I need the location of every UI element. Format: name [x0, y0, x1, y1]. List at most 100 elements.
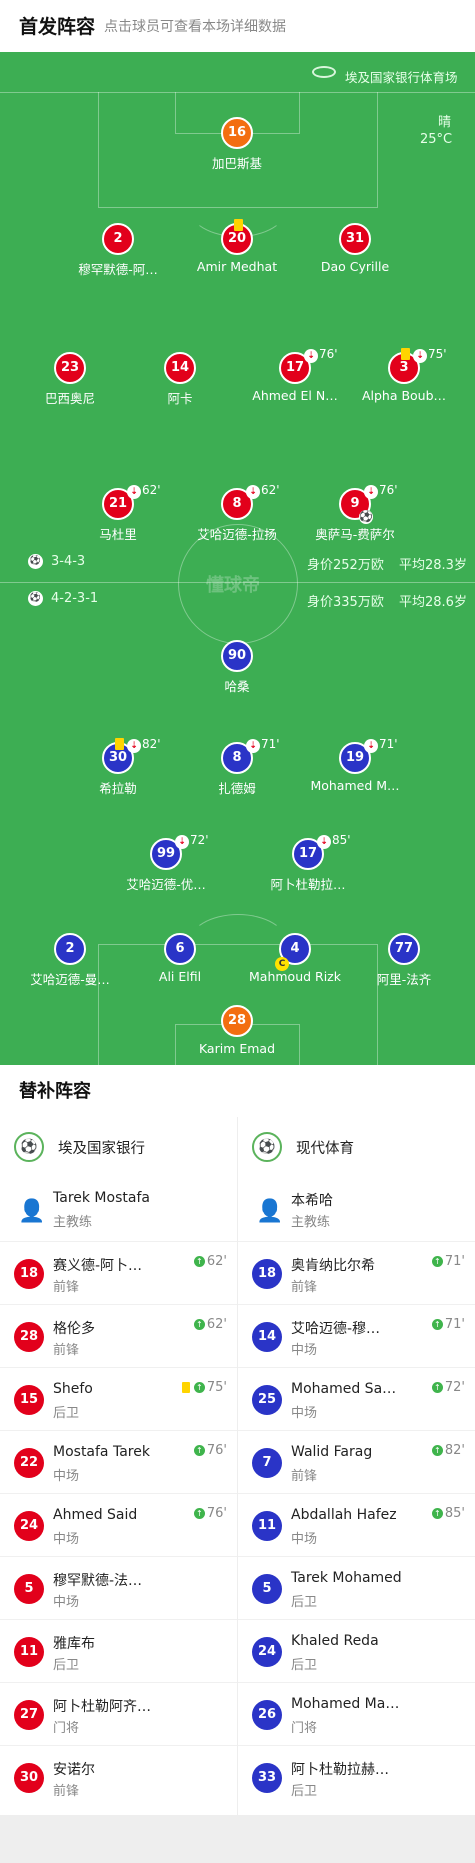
home-player[interactable]: 31 Dao Cyrille	[285, 223, 425, 274]
sub-time: 82'	[142, 737, 161, 751]
captain-icon: C	[275, 957, 289, 971]
away-player[interactable]: 19 ⇣ 71' Mohamed M…	[285, 737, 425, 793]
player-number: 23	[60, 360, 80, 375]
player-number: 20	[227, 231, 247, 246]
player-name: 加巴斯基	[211, 156, 262, 171]
sub-on-icon: ↑	[431, 1508, 443, 1519]
sub-player-name: Walid Farag	[291, 1444, 373, 1460]
sub-on-icon: ↑	[193, 1508, 205, 1519]
player-number: 14	[170, 360, 190, 375]
sub-player-row[interactable]: 24 Khaled Reda 后卫	[238, 1619, 475, 1682]
player-number-badge: 99 ⇣ 72'	[150, 833, 209, 870]
sub-player-row[interactable]: 18 赛义德-阿卜… 前锋 ↑ 62'	[0, 1241, 237, 1304]
player-name: 哈桑	[224, 679, 250, 694]
player-number-badge: 16	[221, 117, 253, 149]
sub-event: ↑ 85'	[431, 1506, 465, 1521]
sub-player-position: 中场	[53, 1595, 80, 1610]
player-number-badge: 31	[339, 223, 371, 255]
player-number-badge: 23	[54, 352, 86, 384]
away-player[interactable]: 17 ⇣ 85' 阿卜杜勒拉…	[238, 833, 378, 893]
sub-event: ↑ 76'	[193, 1506, 227, 1521]
sub-number-badge: 11	[14, 1637, 44, 1667]
player-number-badge: 9 ⇣ 76' ⚽	[339, 483, 398, 524]
player-number-badge: 2	[102, 223, 134, 255]
sub-player-position: 中场	[291, 1406, 318, 1421]
yellow-card-icon	[234, 219, 243, 231]
away-coach[interactable]: 👤 本希哈 主教练	[238, 1177, 475, 1241]
sub-player-row[interactable]: 28 格伦多 前锋 ↑ 62'	[0, 1304, 237, 1367]
home-player[interactable]: 3 ⇣ 75' Alpha Boub…	[334, 347, 474, 403]
away-player[interactable]: 28 Karim Emad	[167, 1005, 307, 1056]
sub-player-row[interactable]: 11 雅库布 后卫	[0, 1619, 237, 1682]
sub-player-name: Shefo	[53, 1381, 93, 1397]
away-age: 平均28.6岁	[399, 595, 467, 610]
sub-on-time: 75'	[206, 1380, 227, 1395]
sub-player-row[interactable]: 33 阿卜杜勒拉赫… 后卫	[238, 1745, 475, 1808]
sub-on-time: 62'	[206, 1317, 227, 1332]
sub-player-position: 后卫	[291, 1595, 318, 1610]
sub-event: ↑ 76'	[193, 1443, 227, 1458]
sub-off-icon: ⇣	[127, 485, 141, 499]
player-name: 奥萨马-费萨尔	[315, 527, 395, 542]
sub-number-badge: 26	[252, 1700, 282, 1730]
away-player[interactable]: 77 阿里-法齐	[334, 933, 474, 988]
sub-time: 71'	[261, 737, 280, 751]
sub-number-badge: 14	[252, 1322, 282, 1352]
goal-ball-icon: ⚽	[359, 510, 373, 524]
away-player[interactable]: 99 ⇣ 72' 艾哈迈德-优…	[96, 833, 236, 893]
player-number: 90	[227, 648, 247, 663]
player-number: 8	[232, 750, 242, 765]
player-number: 21	[108, 496, 128, 511]
sub-player-row[interactable]: 5 穆罕默德-法… 中场	[0, 1556, 237, 1619]
sub-player-position: 前锋	[291, 1280, 318, 1295]
sub-player-row[interactable]: 27 阿卜杜勒阿齐… 门将	[0, 1682, 237, 1745]
sub-off-icon: ⇣	[304, 349, 318, 363]
sub-player-name: Khaled Reda	[291, 1633, 379, 1649]
sub-player-row[interactable]: 24 Ahmed Said 中场 ↑ 76'	[0, 1493, 237, 1556]
away-player[interactable]: 90 哈桑	[167, 640, 307, 695]
sub-player-position: 后卫	[291, 1784, 318, 1799]
sub-player-row[interactable]: 5 Tarek Mohamed 后卫	[238, 1556, 475, 1619]
sub-player-row[interactable]: 7 Walid Farag 前锋 ↑ 82'	[238, 1430, 475, 1493]
sub-player-row[interactable]: 26 Mohamed Ma… 门将	[238, 1682, 475, 1745]
sub-player-name: Mostafa Tarek	[53, 1444, 150, 1460]
sub-player-row[interactable]: 18 奥肯纳比尔希 前锋 ↑ 71'	[238, 1241, 475, 1304]
sub-event: ↑ 71'	[431, 1254, 465, 1269]
away-value: 身价335万欧	[307, 595, 384, 610]
away-subs-column: ⚽ 现代体育 👤 本希哈 主教练 18 奥肯纳比尔希 前锋 ↑ 71' 14 艾哈迈德-穆……	[238, 1117, 475, 1808]
home-coach[interactable]: 👤 Tarek Mostafa 主教练	[0, 1177, 237, 1241]
player-number-badge: 20	[221, 219, 253, 255]
sub-number-badge: 22	[14, 1448, 44, 1478]
page-footer	[0, 1815, 475, 1863]
yellow-card-icon	[115, 738, 124, 750]
sub-player-row[interactable]: 25 Mohamed Sa… 中场 ↑ 72'	[238, 1367, 475, 1430]
sub-event: ↑ 82'	[431, 1443, 465, 1458]
player-number: 2	[113, 231, 123, 246]
sub-player-row[interactable]: 14 艾哈迈德-穆… 中场 ↑ 71'	[238, 1304, 475, 1367]
sub-off-icon: ⇣	[364, 739, 378, 753]
sub-player-position: 中场	[291, 1532, 318, 1547]
sub-player-row[interactable]: 30 安诺尔 前锋	[0, 1745, 237, 1808]
player-number: 8	[232, 496, 242, 511]
sub-off-icon: ⇣	[246, 485, 260, 499]
player-number-badge: 8 ⇣ 71'	[221, 737, 280, 774]
sub-on-icon: ↑	[193, 1256, 205, 1267]
sub-off-icon: ⇣	[175, 835, 189, 849]
sub-player-row[interactable]: 11 Abdallah Hafez 中场 ↑ 85'	[238, 1493, 475, 1556]
sub-player-row[interactable]: 15 Shefo 后卫 ↑ 75'	[0, 1367, 237, 1430]
home-team-header[interactable]: ⚽ 埃及国家银行	[0, 1117, 237, 1177]
sub-time: 62'	[261, 483, 280, 497]
sub-player-position: 中场	[53, 1532, 80, 1547]
sub-player-row[interactable]: 22 Mostafa Tarek 中场 ↑ 76'	[0, 1430, 237, 1493]
sub-player-name: Mohamed Sa…	[291, 1381, 397, 1397]
away-team-header[interactable]: ⚽ 现代体育	[238, 1117, 475, 1177]
away-formation: 4-2-3-1	[51, 591, 99, 606]
sub-on-icon: ↑	[431, 1445, 443, 1456]
home-team-name: 埃及国家银行	[58, 1140, 145, 1157]
home-player[interactable]: 9 ⇣ 76' ⚽ 奥萨马-费萨尔	[285, 483, 425, 543]
home-player[interactable]: 16 加巴斯基	[167, 117, 307, 172]
home-formation: 3-4-3	[51, 554, 86, 569]
sub-on-time: 62'	[206, 1254, 227, 1269]
player-number-badge: 17 ⇣ 76'	[279, 347, 338, 384]
coach-avatar-icon: 👤	[256, 1199, 284, 1224]
